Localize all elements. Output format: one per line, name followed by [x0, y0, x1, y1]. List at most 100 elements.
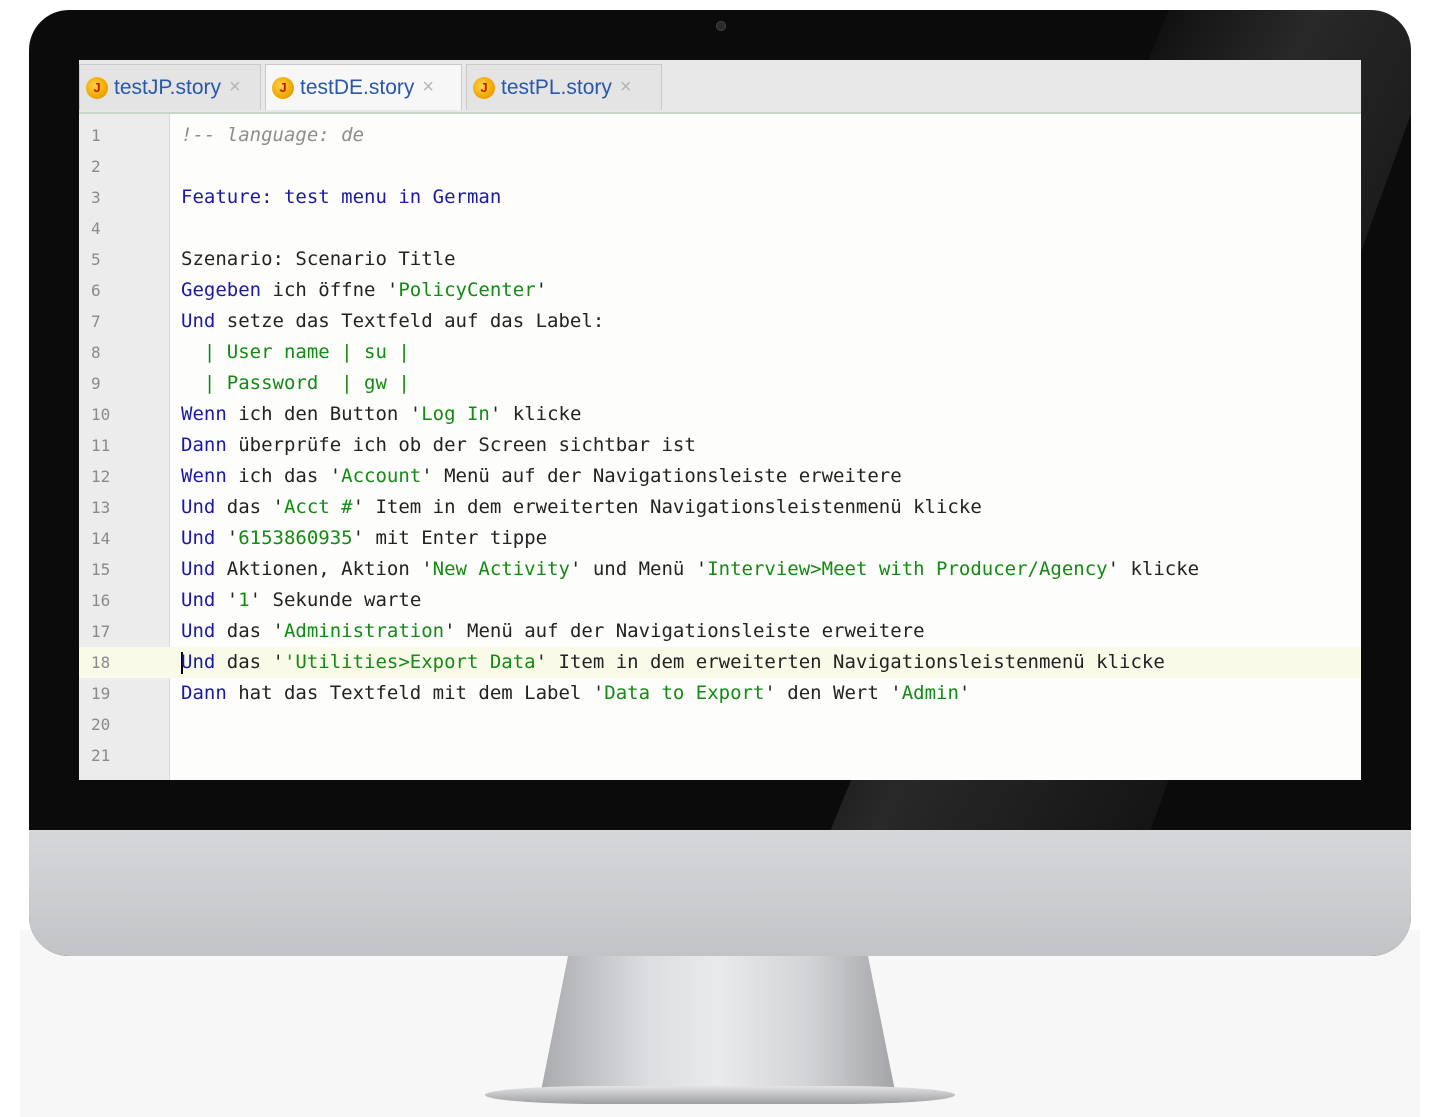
- code-text: Und setze das Textfeld auf das Label:: [181, 306, 604, 337]
- jbehave-story-icon: J: [473, 76, 495, 99]
- code-text: Wenn ich den Button 'Log In' klicke: [181, 399, 581, 430]
- text-token: ': [535, 279, 548, 301]
- text-token: ' Item in dem erweiterten Navigationslei…: [352, 496, 982, 518]
- text-token: ': [958, 682, 971, 704]
- line-number: 7: [91, 312, 101, 331]
- code-line[interactable]: 8 | User name | su |: [79, 337, 1361, 368]
- text-token: das ': [215, 651, 284, 673]
- monitor-stand-base: [485, 1086, 955, 1104]
- code-line[interactable]: 7 Und setze das Textfeld auf das Label:: [79, 306, 1361, 337]
- string-token: New Activity: [432, 558, 570, 580]
- text-token: ': [215, 527, 239, 549]
- text-token: das ': [215, 620, 284, 642]
- string-token: Account: [341, 465, 422, 487]
- line-number: 16: [91, 591, 111, 610]
- keyword-token: Und: [181, 651, 216, 673]
- text-token: ' und Menü ': [569, 558, 708, 580]
- line-number: 8: [91, 343, 101, 362]
- tab-label: testDE.story: [300, 75, 415, 99]
- code-line[interactable]: 1 !-- language: de: [79, 120, 1361, 151]
- code-text: Und das 'Acct #' Item in dem erweiterten…: [181, 492, 982, 523]
- keyword-token: Dann: [181, 434, 227, 456]
- code-line[interactable]: 14 Und '6153860935' mit Enter tippe: [79, 523, 1361, 554]
- close-icon[interactable]: ×: [422, 76, 434, 99]
- code-line[interactable]: 13 Und das 'Acct #' Item in dem erweitert…: [79, 492, 1361, 523]
- code-line[interactable]: 10 Wenn ich den Button 'Log In' klicke: [79, 399, 1361, 430]
- tab-testde-story[interactable]: J testDE.story ×: [265, 64, 462, 110]
- line-number: 6: [91, 281, 101, 300]
- text-token: das ': [215, 496, 284, 518]
- text-token: ' Menü auf der Navigationsleiste erweite…: [444, 620, 925, 642]
- code-line[interactable]: 5 Szenario: Scenario Title: [79, 244, 1361, 275]
- text-token: ' den Wert ': [764, 682, 902, 704]
- code-line[interactable]: 2: [79, 151, 1361, 182]
- keyword-token: Wenn: [181, 403, 227, 425]
- string-token: Acct #: [283, 496, 353, 518]
- code-line[interactable]: 12 Wenn ich das 'Account' Menü auf der Na…: [79, 461, 1361, 492]
- text-token: ' Menü auf der Navigationsleiste erweite…: [421, 465, 902, 487]
- text-token: ' klicke: [489, 403, 582, 425]
- code-line[interactable]: 4: [79, 213, 1361, 244]
- string-token: 1: [238, 589, 250, 611]
- code-line[interactable]: 11 Dann überprüfe ich ob der Screen sicht…: [79, 430, 1361, 461]
- code-text: Und Aktionen, Aktion 'New Activity' und …: [181, 554, 1199, 585]
- code-text: Dann überprüfe ich ob der Screen sichtba…: [181, 430, 696, 461]
- keyword-token: Und: [181, 589, 216, 611]
- close-icon[interactable]: ×: [620, 76, 632, 99]
- code-text: Und '6153860935' mit Enter tippe: [181, 523, 547, 554]
- editor-tab-bar: J testJP.story × J testDE.story × J test…: [79, 60, 1361, 114]
- code-line[interactable]: 18 Und das ''Utilities>Export Data' Item …: [79, 647, 1361, 678]
- camera: [716, 21, 726, 31]
- string-token: | Password | gw |: [181, 372, 410, 394]
- line-number: 18: [91, 653, 111, 672]
- string-token: 'Utilities>Export Data: [283, 651, 536, 673]
- text-token: ' klicke: [1107, 558, 1200, 580]
- keyword-token: Feature: test menu in German: [181, 186, 502, 208]
- line-number: 19: [91, 684, 111, 703]
- string-token: 6153860935: [238, 527, 353, 549]
- code-text: | Password | gw |: [181, 368, 410, 399]
- code-line[interactable]: 17 Und das 'Administration' Menü auf der …: [79, 616, 1361, 647]
- code-line[interactable]: 19 Dann hat das Textfeld mit dem Label 'D…: [79, 678, 1361, 709]
- jbehave-story-icon: J: [86, 76, 108, 99]
- code-line[interactable]: 21: [79, 740, 1361, 771]
- line-number: 12: [91, 467, 111, 486]
- line-number: 1: [91, 126, 101, 145]
- code-line[interactable]: 16 Und '1' Sekunde warte: [79, 585, 1361, 616]
- code-text: Wenn ich das 'Account' Menü auf der Navi…: [181, 461, 902, 492]
- code-line[interactable]: 3 Feature: test menu in German: [79, 182, 1361, 213]
- code-line[interactable]: 20: [79, 709, 1361, 740]
- code-line[interactable]: 9 | Password | gw |: [79, 368, 1361, 399]
- line-number: 21: [91, 746, 111, 765]
- line-number: 5: [91, 250, 101, 269]
- code-line[interactable]: 6 Gegeben ich öffne 'PolicyCenter': [79, 275, 1361, 306]
- text-token: ich öffne ': [261, 279, 399, 301]
- keyword-token: Wenn: [181, 465, 227, 487]
- monitor-stand: [540, 956, 896, 1096]
- keyword-token: Dann: [181, 682, 227, 704]
- close-icon[interactable]: ×: [229, 76, 241, 99]
- line-number: 20: [91, 715, 111, 734]
- line-number: 14: [91, 529, 111, 548]
- code-text: | User name | su |: [181, 337, 410, 368]
- text-token: überprüfe ich ob der Screen sichtbar ist: [226, 434, 696, 456]
- tab-testjp-story[interactable]: J testJP.story ×: [79, 64, 261, 110]
- code-text: Und '1' Sekunde warte: [181, 585, 421, 616]
- text-token: ich das ': [226, 465, 342, 487]
- line-number: 4: [91, 219, 101, 238]
- keyword-token: Und: [181, 310, 216, 332]
- text-token: ' Item in dem erweiterten Navigationslei…: [535, 651, 1165, 673]
- text-token: hat das Textfeld mit dem Label ': [226, 682, 605, 704]
- tab-testpl-story[interactable]: J testPL.story ×: [466, 64, 662, 110]
- line-number: 13: [91, 498, 111, 517]
- string-token: | User name | su |: [181, 341, 410, 363]
- code-editor[interactable]: 1 !-- language: de 2 3 Feature: test menu in…: [79, 114, 1361, 780]
- code-text: Und das 'Administration' Menü auf der Na…: [181, 616, 925, 647]
- string-token: Log In: [421, 403, 490, 425]
- code-text: Feature: test menu in German: [181, 182, 501, 213]
- code-line[interactable]: 15 Und Aktionen, Aktion 'New Activity' un…: [79, 554, 1361, 585]
- keyword-token: Und: [181, 496, 216, 518]
- keyword-token: Gegeben: [181, 279, 262, 301]
- text-token: Aktionen, Aktion ': [215, 558, 433, 580]
- text-token: Szenario: Scenario Title: [181, 248, 456, 270]
